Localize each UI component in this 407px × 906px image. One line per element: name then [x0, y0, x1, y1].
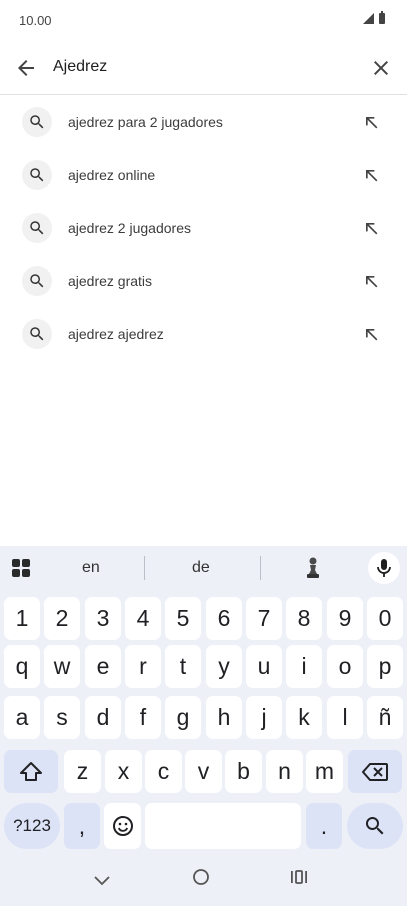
key-p[interactable]: p [367, 645, 403, 688]
key-o[interactable]: o [327, 645, 363, 688]
key-e[interactable]: e [85, 645, 121, 688]
fill-query-arrow-icon[interactable] [361, 112, 381, 132]
key-v[interactable]: v [185, 750, 222, 793]
fill-query-arrow-icon[interactable] [361, 324, 381, 344]
key-i[interactable]: i [286, 645, 322, 688]
key-6[interactable]: 6 [206, 597, 242, 640]
divider [260, 556, 261, 580]
status-time: 10.00 [19, 13, 52, 28]
suggestion-item[interactable]: ajedrez ajedrez [0, 308, 407, 361]
key-s[interactable]: s [44, 696, 80, 739]
suggestion-text: ajedrez ajedrez [68, 326, 164, 342]
key-y[interactable]: y [206, 645, 242, 688]
key-5[interactable]: 5 [165, 597, 201, 640]
key-z[interactable]: z [64, 750, 101, 793]
key-a[interactable]: a [4, 696, 40, 739]
suggestion-text: ajedrez online [68, 167, 156, 183]
word-suggestion[interactable]: en [82, 559, 100, 577]
key-3[interactable]: 3 [85, 597, 121, 640]
suggestion-text: ajedrez 2 jugadores [68, 220, 191, 236]
key-k[interactable]: k [286, 696, 322, 739]
key-g[interactable]: g [165, 696, 201, 739]
shift-key[interactable] [4, 750, 58, 793]
shift-icon [20, 761, 42, 781]
key-f[interactable]: f [125, 696, 161, 739]
search-icon [22, 319, 52, 349]
status-bar: 10.00 [0, 0, 407, 40]
clear-icon[interactable] [369, 56, 393, 80]
hide-keyboard-icon[interactable] [93, 874, 111, 886]
key-n-tilde[interactable]: ñ [367, 696, 403, 739]
suggestion-text: ajedrez para 2 jugadores [68, 114, 223, 130]
divider [144, 556, 145, 580]
key-9[interactable]: 9 [327, 597, 363, 640]
battery-icon [379, 11, 385, 24]
key-7[interactable]: 7 [246, 597, 282, 640]
emoji-icon [112, 816, 133, 836]
suggestion-item[interactable]: ajedrez 2 jugadores [0, 202, 407, 255]
key-8[interactable]: 8 [286, 597, 322, 640]
space-key[interactable] [145, 803, 301, 849]
emoji-key[interactable] [104, 803, 141, 849]
key-2[interactable]: 2 [44, 597, 80, 640]
home-icon[interactable] [192, 868, 210, 886]
word-suggestion[interactable]: de [192, 559, 210, 577]
signal-icon [363, 13, 374, 24]
recent-apps-icon[interactable] [290, 869, 308, 885]
search-icon [366, 817, 384, 835]
search-input[interactable]: Ajedrez [53, 58, 107, 76]
key-0[interactable]: 0 [367, 597, 403, 640]
mic-button[interactable] [368, 552, 400, 584]
key-c[interactable]: c [145, 750, 182, 793]
key-l[interactable]: l [327, 696, 363, 739]
comma-key[interactable]: , [64, 803, 100, 849]
backspace-key[interactable] [348, 750, 402, 793]
search-key[interactable] [347, 803, 403, 849]
suggestion-text: ajedrez gratis [68, 273, 153, 289]
key-b[interactable]: b [225, 750, 262, 793]
search-icon [22, 160, 52, 190]
key-u[interactable]: u [246, 645, 282, 688]
keyboard-suggestion-bar: en de [0, 546, 407, 590]
mic-icon [377, 559, 391, 577]
apps-grid-icon[interactable] [11, 558, 31, 578]
key-m[interactable]: m [306, 750, 343, 793]
suggestion-item[interactable]: ajedrez online [0, 149, 407, 202]
key-r[interactable]: r [125, 645, 161, 688]
key-x[interactable]: x [105, 750, 142, 793]
period-key[interactable]: . [306, 803, 342, 849]
key-w[interactable]: w [44, 645, 80, 688]
fill-query-arrow-icon[interactable] [361, 218, 381, 238]
navigation-bar [0, 854, 407, 906]
symbols-key[interactable]: ?123 [4, 803, 60, 849]
chess-pawn-emoji-icon[interactable] [305, 556, 321, 580]
fill-query-arrow-icon[interactable] [361, 165, 381, 185]
key-1[interactable]: 1 [4, 597, 40, 640]
search-icon [22, 107, 52, 137]
backspace-icon [362, 762, 388, 781]
search-icon [22, 213, 52, 243]
status-icons [363, 11, 385, 24]
suggestion-item[interactable]: ajedrez gratis [0, 255, 407, 308]
key-t[interactable]: t [165, 645, 201, 688]
key-q[interactable]: q [4, 645, 40, 688]
keyboard: en de 1 2 3 4 5 6 7 8 9 0 q w e r t y u … [0, 546, 407, 906]
key-d[interactable]: d [85, 696, 121, 739]
key-n[interactable]: n [266, 750, 303, 793]
key-j[interactable]: j [246, 696, 282, 739]
key-h[interactable]: h [206, 696, 242, 739]
suggestion-item[interactable]: ajedrez para 2 jugadores [0, 96, 407, 149]
back-arrow-icon[interactable] [14, 56, 38, 80]
search-bar: Ajedrez [0, 42, 407, 95]
fill-query-arrow-icon[interactable] [361, 271, 381, 291]
search-icon [22, 266, 52, 296]
key-4[interactable]: 4 [125, 597, 161, 640]
